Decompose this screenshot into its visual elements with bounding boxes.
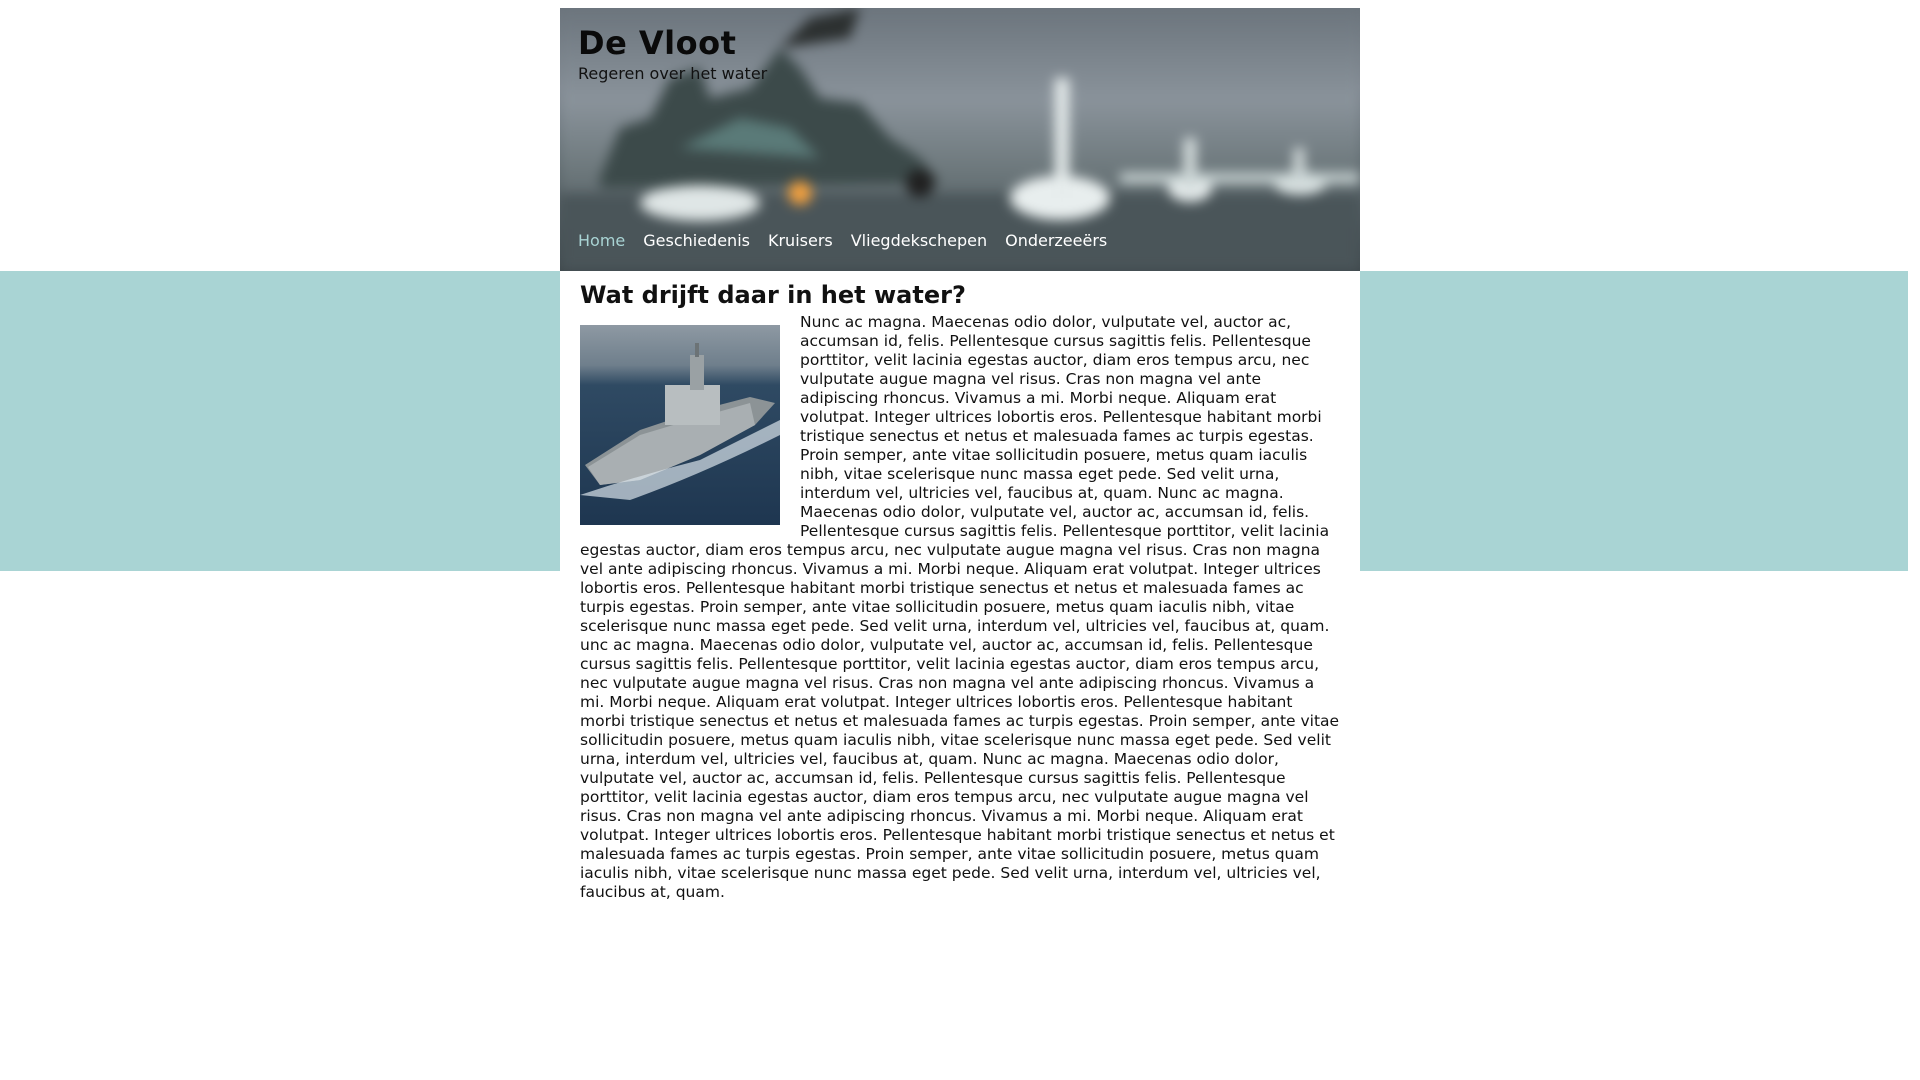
site-header: De Vloot Regeren over het water Home Ges… xyxy=(560,8,1360,271)
article-heading: Wat drijft daar in het water? xyxy=(580,281,966,309)
page-container: De Vloot Regeren over het water Home Ges… xyxy=(560,8,1360,922)
ship-photo xyxy=(580,325,780,525)
site-title: De Vloot xyxy=(578,24,737,62)
main-nav: Home Geschiedenis Kruisers Vliegdekschep… xyxy=(576,231,1109,250)
nav-item-home[interactable]: Home xyxy=(576,231,627,250)
nav-item-kruisers[interactable]: Kruisers xyxy=(766,231,835,250)
nav-item-onderzeeers[interactable]: Onderzeeërs xyxy=(1003,231,1109,250)
nav-item-vliegdekschepen[interactable]: Vliegdekschepen xyxy=(849,231,989,250)
nav-item-geschiedenis[interactable]: Geschiedenis xyxy=(641,231,752,250)
main-content: Wat drijft daar in het water? Nunc ac ma… xyxy=(560,271,1360,922)
site-tagline: Regeren over het water xyxy=(578,64,768,83)
